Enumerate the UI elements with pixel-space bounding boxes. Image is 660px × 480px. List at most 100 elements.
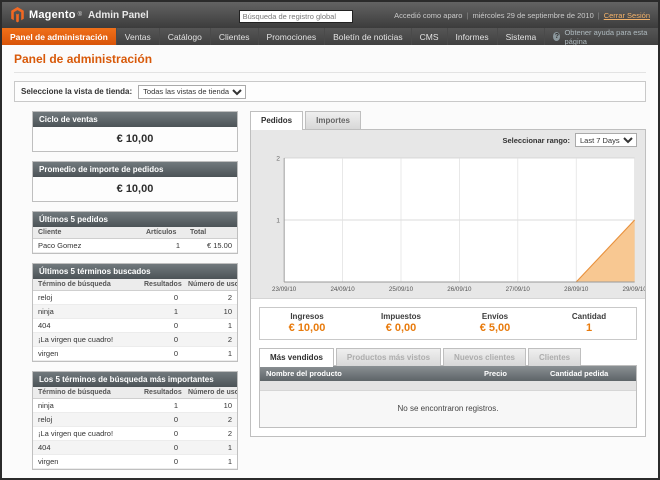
nav-sistema[interactable]: Sistema (498, 28, 546, 45)
table-row[interactable]: reloj 0 2 (33, 413, 237, 427)
cell-results: 0 (139, 427, 183, 441)
cell-term: ninja (33, 305, 139, 319)
box-title: Últimos 5 pedidos (33, 212, 237, 227)
table-row[interactable]: reloj 0 2 (33, 291, 237, 305)
tab-clientes[interactable]: Clientes (528, 348, 581, 366)
global-search-input[interactable] (239, 10, 353, 23)
cell-uses: 1 (183, 319, 237, 333)
last-orders-table: Cliente Artículos Total Paco Gomez 1 € 1… (33, 227, 237, 253)
chart-block: Seleccionar rango: Last 7 Days 1223/09/1… (251, 130, 645, 299)
cell-customer: Paco Gomez (33, 239, 141, 253)
box-title: Los 5 términos de búsqueda más important… (33, 372, 237, 387)
table-row[interactable]: 404 0 1 (33, 319, 237, 333)
table-header-row: Cliente Artículos Total (33, 227, 237, 239)
col-termino: Término de búsqueda (33, 387, 139, 399)
cell-term: ninja (33, 399, 139, 413)
stat-label: Envíos (450, 312, 540, 321)
store-view-select[interactable]: Todas las vistas de tienda (138, 85, 246, 99)
cell-results: 0 (139, 347, 183, 361)
range-select[interactable]: Last 7 Days (575, 133, 637, 147)
cell-uses: 1 (183, 455, 237, 469)
brand-subtitle: Admin Panel (88, 10, 149, 21)
table-row[interactable]: ninja 1 10 (33, 399, 237, 413)
top-header: Magento® Admin Panel Accedió como aparo … (2, 2, 658, 28)
col-articulos: Artículos (141, 227, 185, 239)
lifetime-sales-value: € 10,00 (33, 127, 237, 151)
cell-uses: 2 (183, 413, 237, 427)
global-search (239, 6, 353, 24)
tab-nuevos-clientes[interactable]: Nuevos clientes (443, 348, 526, 366)
cell-term: virgen (33, 455, 139, 469)
stat-value: 1 (544, 322, 634, 334)
dashboard-columns: Ciclo de ventas € 10,00 Promedio de impo… (14, 111, 646, 478)
cell-term: 404 (33, 319, 139, 333)
top-search-terms-table: Término de búsqueda Resultados Número de… (33, 387, 237, 469)
last-search-terms-table: Término de búsqueda Resultados Número de… (33, 279, 237, 361)
col-nombre-producto: Nombre del producto (260, 366, 478, 381)
cell-results: 0 (139, 441, 183, 455)
nav-promociones[interactable]: Promociones (259, 28, 326, 45)
stat-value: € 5,00 (450, 322, 540, 334)
logout-link[interactable]: Cerrar Sesión (604, 11, 650, 20)
tab-pedidos[interactable]: Pedidos (250, 111, 303, 129)
tab-productos-mas-vistos[interactable]: Productos más vistos (336, 348, 441, 366)
cell-uses: 2 (183, 291, 237, 305)
cell-items: 1 (141, 239, 185, 253)
col-total: Total (185, 227, 237, 239)
col-resultados: Resultados (139, 279, 183, 291)
separator: | (466, 11, 468, 20)
cell-results: 0 (139, 291, 183, 305)
col-usos: Número de usos (183, 279, 237, 291)
stat-cantidad: Cantidad 1 (542, 308, 636, 339)
tab-importes[interactable]: Importes (305, 111, 361, 129)
magento-admin-window: Magento® Admin Panel Accedió como aparo … (0, 0, 660, 480)
top-search-terms-box: Los 5 términos de búsqueda más important… (32, 371, 238, 470)
tab-mas-vendidos[interactable]: Más vendidos (259, 348, 334, 366)
lifetime-sales-box: Ciclo de ventas € 10,00 (32, 111, 238, 152)
cell-results: 1 (139, 399, 183, 413)
nav-panel-de-administracion[interactable]: Panel de administración (2, 28, 117, 45)
content-area: Panel de administración Seleccione la vi… (2, 45, 658, 478)
brand: Magento® Admin Panel (10, 7, 149, 23)
svg-text:2: 2 (276, 155, 280, 162)
nav-ventas[interactable]: Ventas (117, 28, 160, 45)
svg-text:27/09/10: 27/09/10 (506, 286, 531, 293)
stat-label: Impuestos (356, 312, 446, 321)
col-usos: Número de usos (183, 387, 237, 399)
box-title: Últimos 5 términos buscados (33, 264, 237, 279)
store-view-label: Seleccione la vista de tienda: (21, 87, 132, 96)
grid-tabs: Más vendidos Productos más vistos Nuevos… (259, 348, 637, 366)
current-date: miércoles 29 de septiembre de 2010 (472, 11, 593, 20)
col-termino: Término de búsqueda (33, 279, 139, 291)
cell-uses: 10 (183, 305, 237, 319)
svg-text:25/09/10: 25/09/10 (389, 286, 414, 293)
table-row[interactable]: virgen 0 1 (33, 455, 237, 469)
table-row[interactable]: ¡La virgen que cuadro! 0 2 (33, 427, 237, 441)
logged-in-as: Accedió como aparo (394, 11, 462, 20)
totals-bar: Ingresos € 10,00 Impuestos € 0,00 Envíos… (259, 307, 637, 340)
nav-cms[interactable]: CMS (412, 28, 448, 45)
nav-clientes[interactable]: Clientes (211, 28, 259, 45)
cell-term: virgen (33, 347, 139, 361)
empty-row-stripe (260, 381, 636, 391)
cell-uses: 10 (183, 399, 237, 413)
table-row[interactable]: 404 0 1 (33, 441, 237, 455)
stat-value: € 0,00 (356, 322, 446, 334)
store-view-bar: Seleccione la vista de tienda: Todas las… (14, 81, 646, 102)
nav-informes[interactable]: Informes (448, 28, 498, 45)
table-row[interactable]: virgen 0 1 (33, 347, 237, 361)
help-link[interactable]: ? Obtener ayuda para esta página (545, 28, 658, 45)
nav-boletin[interactable]: Boletín de noticias (325, 28, 411, 45)
table-row[interactable]: ninja 1 10 (33, 305, 237, 319)
cell-uses: 2 (183, 333, 237, 347)
orders-area-chart: 1223/09/1024/09/1025/09/1026/09/1027/09/… (251, 150, 645, 296)
table-row[interactable]: Paco Gomez 1 € 15.00 (33, 239, 237, 253)
nav-catalogo[interactable]: Catálogo (160, 28, 211, 45)
separator: | (598, 11, 600, 20)
orders-panel: Seleccionar rango: Last 7 Days 1223/09/1… (250, 129, 646, 437)
cell-results: 0 (139, 333, 183, 347)
empty-message: No se encontraron registros. (260, 391, 636, 427)
cell-uses: 1 (183, 441, 237, 455)
col-resultados: Resultados (139, 387, 183, 399)
table-row[interactable]: ¡La virgen que cuadro! 0 2 (33, 333, 237, 347)
